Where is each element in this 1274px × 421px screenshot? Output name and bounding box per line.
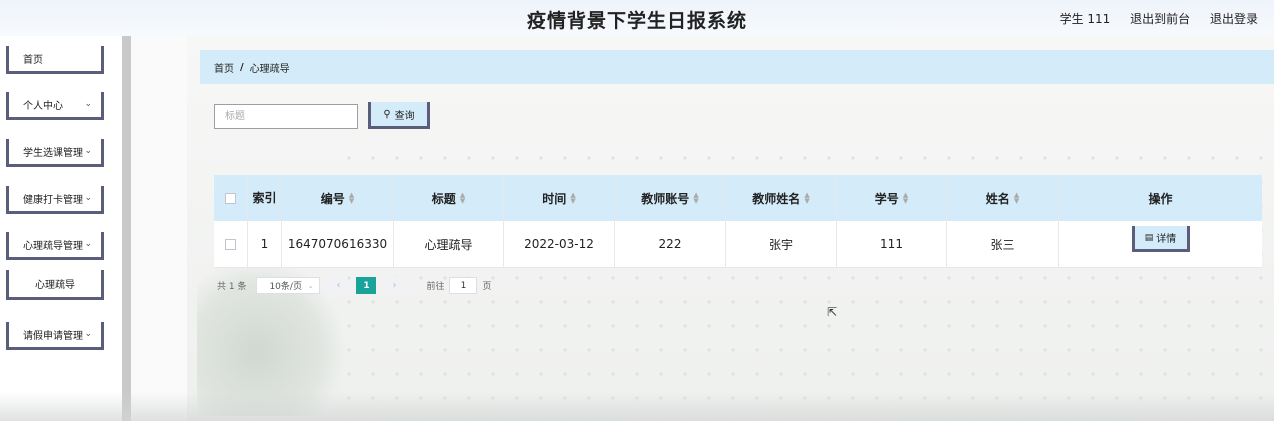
chevron-down-icon: ⌄ <box>84 99 92 109</box>
search-icon: ⚲ <box>383 108 391 120</box>
main-content: 首页 / 心理疏导 ⚲ 查询 索引 编号▲▼ 标题▲▼ 时间▲▼ 教师账号▲▼ … <box>187 36 1274 421</box>
sidebar-item-counseling-mgmt[interactable]: 心理疏导管理 ⌄ <box>6 232 104 260</box>
table-row: 1 1647070616330 心理疏导 2022-03-12 222 张宇 1… <box>214 221 1262 268</box>
sort-icon[interactable]: ▲ ▼ <box>570 192 575 205</box>
sidebar-item-personal-center[interactable]: 个人中心 ⌄ <box>6 92 104 120</box>
breadcrumb: 首页 / 心理疏导 <box>200 50 1274 84</box>
sort-icon[interactable]: ▲ ▼ <box>460 192 465 205</box>
page-number-current[interactable]: 1 <box>356 277 377 294</box>
user-name: 学生 111 <box>1059 12 1111 26</box>
content-gutter <box>131 36 187 421</box>
detail-button-label: 详情 <box>1156 234 1177 245</box>
sidebar-item-label: 学生选课管理 <box>23 148 83 159</box>
header-time[interactable]: 时间 ▲ ▼ <box>504 175 615 221</box>
search-title-input[interactable] <box>214 104 358 129</box>
goto-label: 前往 <box>426 282 445 292</box>
header-student-id[interactable]: 学号 ▲ ▼ <box>837 175 947 221</box>
cell-student-id: 111 <box>837 221 947 267</box>
header-number[interactable]: 编号 ▲ ▼ <box>282 175 394 221</box>
sidebar-item-health-checkin[interactable]: 健康打卡管理 ⌄ <box>6 186 104 214</box>
cell-teacher-name: 张宇 <box>726 221 837 267</box>
back-to-front-link[interactable]: 退出到前台 <box>1130 12 1190 26</box>
goto-page-input[interactable]: 1 <box>449 277 478 294</box>
page-unit-label: 页 <box>482 282 492 292</box>
cell-name: 张三 <box>947 221 1059 267</box>
header-label: 编号 <box>320 191 345 206</box>
page-size-select[interactable]: 10条/页 ⌄ <box>256 277 321 294</box>
chevron-down-icon: ⌄ <box>84 239 92 249</box>
document-icon: ▤ <box>1144 232 1154 243</box>
checkbox[interactable] <box>225 238 236 250</box>
sidebar-subitem-counseling[interactable]: 心理疏导 <box>6 270 104 300</box>
detail-button[interactable]: ▤ 详情 <box>1131 226 1190 252</box>
header-teacher-name[interactable]: 教师姓名 ▲ ▼ <box>726 175 837 221</box>
sort-icon[interactable]: ▲ ▼ <box>349 192 354 205</box>
header-label: 教师姓名 <box>752 191 801 206</box>
header-label: 学号 <box>874 191 899 206</box>
pagination: 共 1 条 10条/页 ⌄ ‹ 1 › 前往 1 页 <box>217 277 491 294</box>
mouse-cursor-icon: ⇱ <box>827 305 838 319</box>
search-button[interactable]: ⚲ 查询 <box>368 102 430 129</box>
cell-title: 心理疏导 <box>394 221 504 267</box>
sidebar-item-label: 健康打卡管理 <box>23 195 83 206</box>
cell-actions: ▤ 详情 <box>1059 221 1262 267</box>
search-button-label: 查询 <box>394 110 415 122</box>
sidebar-item-label: 心理疏导 <box>35 280 75 291</box>
next-page-button[interactable]: › <box>384 277 405 294</box>
data-table: 索引 编号 ▲ ▼ 标题 ▲ ▼ 时间 ▲ ▼ 教师账号 ▲ ▼ 教师姓名 ▲ ▼ 学号 ▲ ▼ 姓名 ▲… <box>214 175 1262 268</box>
chevron-down-icon: ⌄ <box>307 281 314 290</box>
breadcrumb-separator: / <box>240 61 244 73</box>
sort-icon[interactable]: ▲ ▼ <box>804 192 809 205</box>
sidebar-item-home[interactable]: 首页 <box>6 46 104 74</box>
chevron-down-icon: ⌄ <box>84 146 92 156</box>
breadcrumb-current: 心理疏导 <box>249 63 290 75</box>
sidebar-item-course-selection[interactable]: 学生选课管理 ⌄ <box>6 139 104 167</box>
sidebar-item-label: 个人中心 <box>23 101 63 112</box>
header-bar: 疫情背景下学生日报系统 学生 111 退出到前台 退出登录 <box>0 0 1274 36</box>
logout-link[interactable]: 退出登录 <box>1210 12 1258 26</box>
cell-number: 1647070616330 <box>282 221 394 267</box>
header-label: 教师账号 <box>641 191 690 206</box>
chevron-down-icon: ⌄ <box>84 193 92 203</box>
bottom-fade <box>0 392 1274 421</box>
header-actions: 操作 <box>1148 191 1173 206</box>
prev-page-button[interactable]: ‹ <box>328 277 349 294</box>
page-size-value: 10条/页 <box>269 282 302 292</box>
user-area: 学生 111 退出到前台 退出登录 <box>1044 10 1258 27</box>
cell-teacher-account: 222 <box>615 221 726 267</box>
header-name[interactable]: 姓名 ▲ ▼ <box>947 175 1059 221</box>
sidebar-item-label: 首页 <box>23 55 43 66</box>
table-header: 索引 编号 ▲ ▼ 标题 ▲ ▼ 时间 ▲ ▼ 教师账号 ▲ ▼ 教师姓名 ▲ ▼ 学号 ▲ ▼ 姓名 ▲… <box>214 175 1262 221</box>
header-title[interactable]: 标题 ▲ ▼ <box>394 175 504 221</box>
header-label: 标题 <box>431 191 456 206</box>
header-index: 索引 <box>248 175 282 221</box>
sidebar-item-label: 心理疏导管理 <box>23 241 83 252</box>
sort-icon[interactable]: ▲ ▼ <box>693 192 698 205</box>
sort-icon[interactable]: ▲ ▼ <box>903 192 908 205</box>
checkbox[interactable] <box>225 192 236 204</box>
pagination-total: 共 1 条 <box>217 282 247 292</box>
sidebar-item-label: 请假申请管理 <box>23 331 83 342</box>
header-teacher-account[interactable]: 教师账号 ▲ ▼ <box>615 175 726 221</box>
cell-time: 2022-03-12 <box>504 221 615 267</box>
sort-icon[interactable]: ▲ ▼ <box>1014 192 1019 205</box>
chevron-down-icon: ⌄ <box>84 329 92 339</box>
sidebar-item-leave-request[interactable]: 请假申请管理 ⌄ <box>6 322 104 350</box>
header-label: 姓名 <box>985 191 1010 206</box>
header-label: 时间 <box>542 191 567 206</box>
sidebar: 首页 个人中心 ⌄ 学生选课管理 ⌄ 健康打卡管理 ⌄ 心理疏导管理 ⌄ 心理疏… <box>0 36 122 421</box>
breadcrumb-home[interactable]: 首页 <box>214 60 234 75</box>
header-select-all[interactable] <box>214 175 248 221</box>
cell-index: 1 <box>248 221 282 267</box>
sidebar-scrollbar[interactable] <box>122 36 131 421</box>
row-select[interactable] <box>214 221 248 267</box>
